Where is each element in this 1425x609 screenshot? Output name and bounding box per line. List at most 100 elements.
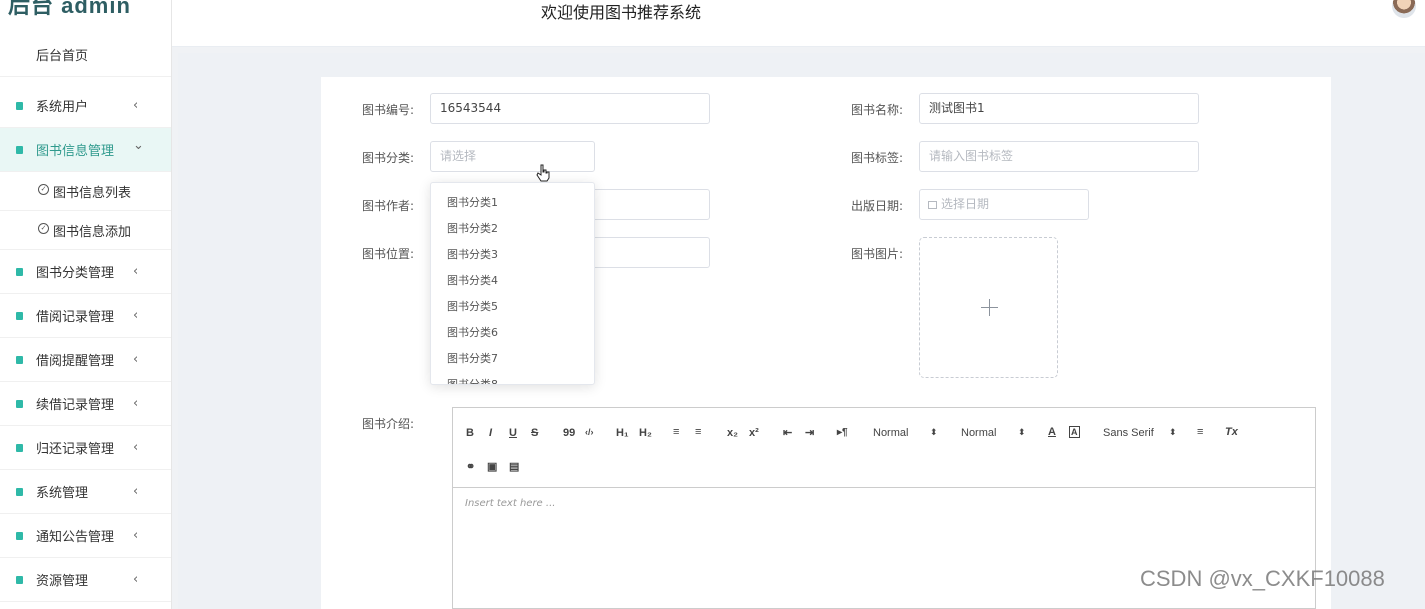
dropdown-option[interactable]: 图书分类6 xyxy=(447,324,498,340)
chevron-left-icon: ‹ xyxy=(133,440,139,455)
clean-format-button[interactable]: Tx xyxy=(1225,426,1238,438)
sidebar-item-label: 借阅记录管理 xyxy=(36,310,115,325)
chevron-left-icon: ‹ xyxy=(133,484,139,499)
bold-button[interactable]: B xyxy=(466,427,474,439)
chevron-left-icon: ‹ xyxy=(133,352,139,367)
underline-button[interactable]: U xyxy=(509,427,517,439)
menu-bullet-icon xyxy=(16,312,23,320)
sidebar-item-return-records[interactable]: 归还记录管理 ‹ xyxy=(0,426,171,470)
hand-cursor-icon xyxy=(536,164,550,182)
sidebar-item-notices[interactable]: 通知公告管理 ‹ xyxy=(0,514,171,558)
superscript-button[interactable]: x² xyxy=(749,427,759,439)
header1-button[interactable]: H₁ xyxy=(616,427,629,439)
book-no-input[interactable]: 16543544 xyxy=(430,93,710,124)
background-color-button[interactable]: A xyxy=(1069,426,1080,438)
editor-toolbar: B I U S 99 ‹/› H₁ H₂ ≡ ≡ x₂ x² ⇤ ⇥ ▸¶ No… xyxy=(453,408,1315,488)
check-circle-icon: ✓ xyxy=(38,223,49,234)
sidebar-item-label: 后台首页 xyxy=(36,49,89,64)
app-logo: 后台 admin xyxy=(8,0,131,18)
dropdown-option[interactable]: 图书分类7 xyxy=(447,350,498,366)
author-label: 图书作者: xyxy=(362,199,415,213)
sidebar-item-renew-records[interactable]: 续借记录管理 ‹ xyxy=(0,382,171,426)
chevron-left-icon: ‹ xyxy=(133,308,139,323)
italic-button[interactable]: I xyxy=(489,427,492,439)
sidebar-item-label: 借阅提醒管理 xyxy=(36,354,115,369)
user-avatar[interactable] xyxy=(1392,0,1416,18)
plus-icon-vertical xyxy=(989,299,990,316)
bullet-list-button[interactable]: ≡ xyxy=(695,426,701,438)
image-button[interactable]: ▣ xyxy=(487,460,497,473)
pub-date-picker[interactable]: 选择日期 xyxy=(919,189,1089,220)
select-arrows-icon: ⬍ xyxy=(930,427,938,437)
chevron-left-icon: ‹ xyxy=(133,264,139,279)
dropdown-option[interactable]: 图书分类4 xyxy=(447,272,498,288)
intro-label: 图书介绍: xyxy=(362,417,415,431)
sidebar-subitem-book-add[interactable]: ✓ 图书信息添加 xyxy=(0,211,171,250)
chevron-left-icon: ‹ xyxy=(133,572,139,587)
sidebar-item-label: 系统管理 xyxy=(36,486,89,501)
font-select[interactable]: Sans Serif xyxy=(1103,427,1154,439)
blockquote-button[interactable]: 99 xyxy=(563,427,575,439)
sidebar-subitem-book-list[interactable]: ✓ 图书信息列表 xyxy=(0,172,171,211)
tags-input[interactable]: 请输入图书标签 xyxy=(919,141,1199,172)
category-select[interactable]: 请选择 xyxy=(430,141,595,172)
sidebar: 后台 admin 后台首页 系统用户 ‹ 图书信息管理 ⌄ ✓ 图书信息列表 ✓… xyxy=(0,0,172,609)
dropdown-option[interactable]: 图书分类5 xyxy=(447,298,498,314)
pub-date-placeholder: 选择日期 xyxy=(941,197,990,211)
location-label: 图书位置: xyxy=(362,247,415,261)
sidebar-item-borrow-records[interactable]: 借阅记录管理 ‹ xyxy=(0,294,171,338)
outdent-button[interactable]: ⇤ xyxy=(783,426,792,439)
sidebar-item-borrow-reminders[interactable]: 借阅提醒管理 ‹ xyxy=(0,338,171,382)
sidebar-item-resources[interactable]: 资源管理 ‹ xyxy=(0,558,171,602)
header-select[interactable]: Normal xyxy=(961,427,996,439)
sidebar-item-system-users[interactable]: 系统用户 ‹ xyxy=(0,84,171,128)
align-button[interactable]: ≡ xyxy=(1197,426,1203,438)
sidebar-item-book-info[interactable]: 图书信息管理 ⌄ xyxy=(0,128,171,172)
book-no-label: 图书编号: xyxy=(362,103,415,117)
sidebar-item-label: 系统用户 xyxy=(36,100,89,115)
menu-bullet-icon xyxy=(16,400,23,408)
image-upload[interactable] xyxy=(919,237,1058,378)
sidebar-subitem-label: 图书信息列表 xyxy=(53,185,132,201)
check-circle-icon: ✓ xyxy=(38,184,49,195)
menu-bullet-icon xyxy=(16,488,23,496)
link-button[interactable]: ⚭ xyxy=(466,460,475,473)
menu-bullet-icon xyxy=(16,356,23,364)
editor-placeholder[interactable]: Insert text here ... xyxy=(465,498,555,509)
page-title: 欢迎使用图书推荐系统 xyxy=(541,3,702,22)
video-button[interactable]: ▤ xyxy=(509,460,519,473)
chevron-left-icon: ‹ xyxy=(133,98,139,113)
sidebar-item-home[interactable]: 后台首页 xyxy=(0,33,171,77)
category-dropdown: 图书分类1 图书分类2 图书分类3 图书分类4 图书分类5 图书分类6 图书分类… xyxy=(430,182,595,385)
pub-date-label: 出版日期: xyxy=(851,199,904,213)
text-direction-button[interactable]: ▸¶ xyxy=(837,427,848,438)
indent-button[interactable]: ⇥ xyxy=(805,426,814,439)
book-name-input[interactable]: 测试图书1 xyxy=(919,93,1199,124)
select-arrows-icon: ⬍ xyxy=(1169,427,1177,437)
subscript-button[interactable]: x₂ xyxy=(727,427,738,439)
dropdown-option[interactable]: 图书分类2 xyxy=(447,220,498,236)
menu-bullet-icon xyxy=(16,444,23,452)
app-root: 欢迎使用图书推荐系统 后台 admin 后台首页 系统用户 ‹ 图书信息管理 ⌄… xyxy=(0,0,1425,609)
ordered-list-button[interactable]: ≡ xyxy=(673,426,679,438)
dropdown-option[interactable]: 图书分类1 xyxy=(447,194,498,210)
chevron-down-icon: ⌄ xyxy=(133,138,144,153)
text-color-button[interactable]: A xyxy=(1048,426,1056,438)
menu-bullet-icon xyxy=(16,268,23,276)
book-name-label: 图书名称: xyxy=(851,103,904,117)
category-label: 图书分类: xyxy=(362,151,415,165)
code-block-button[interactable]: ‹/› xyxy=(585,427,594,437)
chevron-left-icon: ‹ xyxy=(133,396,139,411)
sidebar-item-label: 归还记录管理 xyxy=(36,442,115,457)
strike-button[interactable]: S xyxy=(531,427,538,439)
dropdown-option[interactable]: 图书分类8 xyxy=(447,376,498,384)
header2-button[interactable]: H₂ xyxy=(639,427,652,439)
sidebar-item-system-management[interactable]: 系统管理 ‹ xyxy=(0,470,171,514)
menu-bullet-icon xyxy=(16,532,23,540)
sidebar-item-book-category[interactable]: 图书分类管理 ‹ xyxy=(0,250,171,294)
calendar-icon xyxy=(928,201,937,209)
tags-label: 图书标签: xyxy=(851,151,904,165)
size-select[interactable]: Normal xyxy=(873,427,908,439)
menu-bullet-icon xyxy=(16,102,23,110)
dropdown-option[interactable]: 图书分类3 xyxy=(447,246,498,262)
